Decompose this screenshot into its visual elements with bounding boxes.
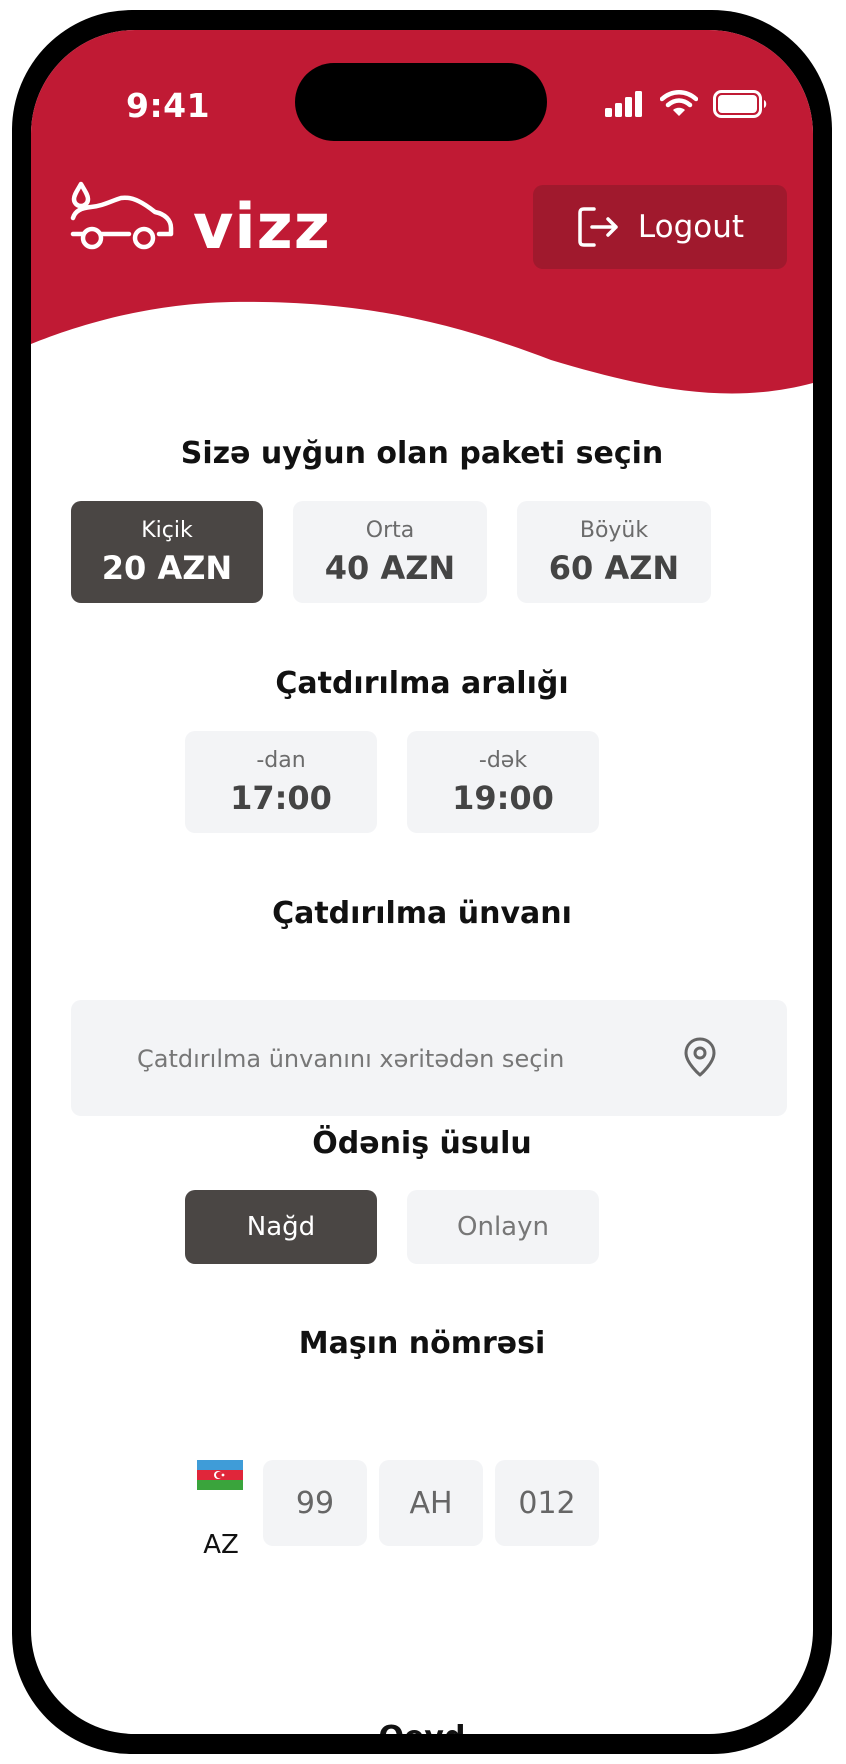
plate-region-input[interactable] — [263, 1460, 367, 1546]
app-screen: 9:41 vizz Logout Sizə uyğun olan paketi … — [31, 30, 813, 1734]
package-title: Sizə uyğun olan paketi seçin — [180, 436, 664, 471]
delivery-from-label: -dan — [256, 747, 306, 773]
package-name: Kiçik — [141, 517, 193, 543]
delivery-range-title: Çatdırılma aralığı — [275, 666, 569, 701]
package-price: 20 AZN — [101, 548, 233, 587]
country-code: AZ — [203, 1530, 239, 1560]
battery-icon — [713, 90, 767, 118]
delivery-address-field[interactable] — [71, 1000, 787, 1116]
plate-series-input[interactable] — [379, 1460, 483, 1546]
delivery-address-input[interactable] — [135, 1038, 659, 1080]
package-price: 60 AZN — [548, 548, 680, 587]
delivery-to-picker[interactable]: -dək 19:00 — [407, 731, 599, 833]
car-water-drop-icon — [70, 181, 174, 250]
package-option-small[interactable]: Kiçik 20 AZN — [71, 501, 263, 603]
dynamic-island — [295, 63, 547, 141]
delivery-address-title: Çatdırılma ünvanı — [272, 896, 572, 931]
package-option-medium[interactable]: Orta 40 AZN — [293, 501, 487, 603]
package-name: Orta — [365, 517, 415, 543]
logout-icon — [578, 207, 618, 247]
plate-number-input[interactable] — [495, 1460, 599, 1546]
logout-button[interactable]: Logout — [533, 185, 787, 269]
status-time: 9:41 — [126, 86, 211, 125]
package-name: Böyük — [579, 517, 649, 543]
package-option-large[interactable]: Böyük 60 AZN — [517, 501, 711, 603]
logo-text: vizz — [193, 190, 331, 263]
azerbaijan-flag-icon — [197, 1460, 243, 1490]
delivery-to-value: 19:00 — [452, 778, 554, 817]
delivery-from-picker[interactable]: -dan 17:00 — [185, 731, 377, 833]
payment-title: Ödəniş üsulu — [312, 1126, 532, 1161]
logout-label: Logout — [637, 209, 745, 245]
location-pin-icon[interactable] — [683, 1036, 717, 1078]
cellular-signal-icon — [605, 91, 642, 117]
wifi-icon — [659, 90, 699, 116]
car-number-title: Maşın nömrəsi — [298, 1326, 546, 1361]
delivery-to-label: -dək — [478, 747, 528, 773]
delivery-from-value: 17:00 — [230, 778, 332, 817]
phone-frame: 9:41 vizz Logout Sizə uyğun olan paketi … — [12, 10, 832, 1754]
payment-online-button[interactable]: Onlayn — [407, 1190, 599, 1264]
next-section-title: Qeyd — [31, 1720, 813, 1734]
package-price: 40 AZN — [324, 548, 456, 587]
payment-cash-button[interactable]: Nağd — [185, 1190, 377, 1264]
status-icons — [605, 90, 769, 118]
